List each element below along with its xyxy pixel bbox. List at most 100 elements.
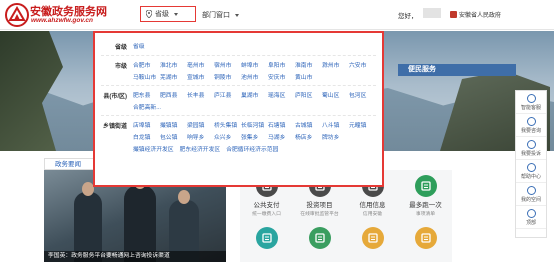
region-option[interactable]: 杨店乡 (295, 132, 322, 141)
region-option[interactable]: 马湖乡 (268, 132, 295, 141)
government-emblem-icon (450, 11, 457, 18)
region-option[interactable]: 瑶海区 (268, 90, 295, 99)
service-icon (255, 227, 278, 249)
region-option[interactable]: 白龙镇 (133, 132, 160, 141)
right-rail: 智能客服我要咨询我要投诉帮助中心我的空间顶部 (515, 90, 547, 238)
citizen-link[interactable]: 安徽省人民政府 (450, 10, 501, 19)
rail-item[interactable]: 我的空间 (516, 183, 546, 206)
region-option[interactable]: 众兴乡 (214, 132, 241, 141)
dept-window-label: 部门窗口 (202, 12, 230, 19)
rail-item[interactable]: 顶部 (516, 206, 546, 229)
region-option[interactable]: 古城镇 (295, 120, 322, 129)
site-header: 安徽政务服务网 www.ahzwfw.gov.cn 省级 部门窗口 您好， 安徽… (0, 0, 554, 30)
dept-window-dropdown[interactable]: 部门窗口 (202, 10, 239, 20)
service-icon (308, 227, 331, 249)
region-option[interactable]: 庐江县 (214, 90, 241, 99)
region-option[interactable]: 铜陵市 (214, 72, 241, 81)
region-option[interactable]: 池州市 (241, 72, 268, 81)
service-icon (414, 175, 437, 197)
region-option[interactable]: 肥东县 (133, 90, 160, 99)
region-selector-label: 省级 (155, 11, 169, 18)
region-option[interactable]: 长临河镇 (241, 120, 268, 129)
region-option[interactable]: 店埠镇 (133, 120, 160, 129)
dropdown-row: 县(市/区) 肥东县 肥西县 长丰县 庐江县 巢湖市 瑶海区 庐阳区 蜀山区 包河区合肥高新... (101, 86, 376, 116)
region-option[interactable]: 元疃镇 (349, 120, 376, 129)
region-option[interactable]: 响导乡 (187, 132, 214, 141)
region-option[interactable]: 巢湖市 (241, 90, 268, 99)
region-option[interactable]: 合肥循环经济示范园 (226, 144, 284, 153)
dropdown-row: 乡镇街道 店埠镇 撮镇镇 梁园镇 桥头集镇 长临河镇 石塘镇 古城镇 八斗镇 元疃镇 白龙镇 包公镇响… (101, 116, 376, 157)
service-tile[interactable]: 最多跑一次 事项清单 (399, 175, 452, 217)
service-subtitle: 统一缴费入口 (252, 212, 281, 217)
rail-icon (526, 208, 536, 218)
rail-item[interactable]: 我要咨询 (516, 114, 546, 137)
region-option[interactable]: 马鞍山市 (133, 72, 160, 81)
service-tile[interactable] (293, 227, 346, 249)
region-option[interactable]: 黄山市 (295, 72, 322, 81)
service-title: 信用信息 (359, 202, 386, 209)
region-option[interactable]: 宣城市 (187, 72, 214, 81)
dropdown-row-items: 肥东县 肥西县 长丰县 庐江县 巢湖市 瑶海区 庐阳区 蜀山区 包河区合肥高新... (133, 90, 376, 111)
region-option[interactable]: 庐阳区 (295, 90, 322, 99)
region-option[interactable]: 滁州市 (322, 60, 349, 69)
dropdown-row-label: 市级 (114, 64, 127, 70)
rail-item[interactable]: 我要投诉 (516, 137, 546, 160)
region-option[interactable]: 石塘镇 (268, 120, 295, 129)
service-glyph-icon (314, 233, 325, 243)
region-option[interactable]: 淮南市 (295, 60, 322, 69)
news-photo-caption[interactable]: 李国英：政务服务平台要畅通网上咨询投诉渠道 (44, 251, 226, 262)
service-tile[interactable] (346, 227, 399, 249)
tab-government-news[interactable]: 政务要闻 (44, 158, 100, 170)
rail-label: 我的空间 (520, 196, 541, 203)
region-selector-button[interactable]: 省级 (140, 6, 196, 22)
region-option[interactable]: 肥西县 (160, 90, 187, 99)
service-glyph-icon (420, 181, 431, 191)
region-option[interactable]: 亳州市 (187, 60, 214, 69)
service-title: 公共支付 (253, 202, 280, 209)
service-title: 投资项目 (306, 202, 333, 209)
dropdown-row: 市级 合肥市 淮北市 亳州市 宿州市 蚌埠市 阜阳市 淮南市 滁州市 六安市马鞍山市 芜湖市 宣城市铜… (101, 56, 376, 86)
citizen-link-label: 安徽省人民政府 (459, 13, 502, 19)
dropdown-row: 省级 省级 (101, 37, 376, 56)
region-option[interactable]: 蜀山区 (322, 90, 349, 99)
region-option[interactable]: 桥头集镇 (214, 120, 241, 129)
region-option[interactable]: 安庆市 (268, 72, 295, 81)
region-option[interactable]: 撮镇镇 (160, 120, 187, 129)
region-option[interactable]: 撮镇经济开发区 (133, 144, 180, 153)
greeting-text: 您好， (398, 13, 418, 20)
region-option[interactable]: 八斗镇 (322, 120, 349, 129)
service-tile[interactable] (399, 227, 452, 249)
dropdown-row-items: 省级 (133, 41, 376, 51)
region-option[interactable]: 长丰县 (187, 90, 214, 99)
dropdown-row-items: 店埠镇 撮镇镇 梁园镇 桥头集镇 长临河镇 石塘镇 古城镇 八斗镇 元疃镇白龙镇 包公镇 响导乡 众兴… (133, 120, 376, 153)
dropdown-row-label: 县(市/区) (103, 94, 127, 100)
region-option[interactable]: 阜阳市 (268, 60, 295, 69)
region-option[interactable]: 包河区 (349, 90, 376, 99)
service-subtitle: 事项清单 (415, 212, 436, 217)
region-option[interactable]: 肥东经济开发区 (180, 144, 227, 153)
rail-label: 我要投诉 (520, 150, 541, 157)
region-option[interactable]: 梁园镇 (187, 120, 214, 129)
username-placeholder[interactable] (423, 8, 441, 18)
region-option[interactable]: 张集乡 (241, 132, 268, 141)
service-subtitle: 信用安徽 (362, 212, 383, 217)
convenience-service-heading: 便民服务 (398, 64, 516, 76)
region-option[interactable]: 蚌埠市 (241, 60, 268, 69)
region-option[interactable]: 芜湖市 (160, 72, 187, 81)
region-option[interactable]: 淮北市 (160, 60, 187, 69)
rail-label: 帮助中心 (520, 173, 541, 180)
region-option[interactable]: 包公镇 (160, 132, 187, 141)
rail-icon (526, 116, 536, 126)
region-option[interactable]: 合肥市 (133, 60, 160, 69)
rail-item[interactable]: 智能客服 (516, 91, 546, 114)
region-option[interactable]: 牌坊乡 (322, 132, 349, 141)
region-option[interactable]: 合肥高新... (133, 102, 167, 111)
region-option[interactable]: 宿州市 (214, 60, 241, 69)
rail-icon (526, 162, 536, 172)
service-tile[interactable] (240, 227, 293, 249)
rail-item[interactable]: 帮助中心 (516, 160, 546, 183)
site-logo-icon[interactable] (4, 2, 30, 28)
region-option[interactable]: 省级 (133, 41, 160, 51)
rail-label: 智能客服 (520, 104, 541, 111)
region-option[interactable]: 六安市 (349, 60, 376, 69)
